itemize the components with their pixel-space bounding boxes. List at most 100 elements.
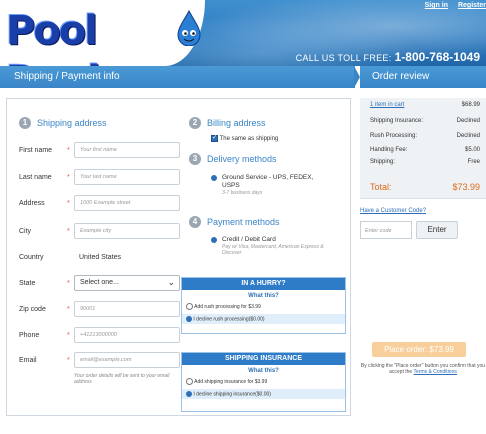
phone-number[interactable]: 1-800-768-1049: [395, 50, 480, 64]
summary-value: Declined: [456, 133, 480, 139]
summary-value: $68.99: [461, 102, 480, 108]
address-input[interactable]: 1000 Example street: [74, 195, 180, 211]
city-input[interactable]: Example city: [74, 223, 180, 239]
shipping-insurance-box: SHIPPING INSURANCE What this? Add shippi…: [181, 352, 346, 412]
required-mark: *: [67, 200, 70, 207]
step-number: 4: [189, 216, 201, 228]
insurance-decline-label: I decline shipping insurance($0.00): [193, 391, 271, 398]
terms-link[interactable]: Terms & Conditions: [414, 369, 457, 375]
billing-section-header: 2 Billing address: [189, 117, 266, 129]
summary-value: Free: [467, 159, 480, 165]
payment-section-header: 4 Payment methods: [189, 216, 280, 228]
summary-value: Declined: [456, 118, 480, 124]
same-as-shipping-label: The same as shipping: [219, 136, 279, 143]
payment-radio[interactable]: [211, 237, 217, 243]
first-name-input[interactable]: Your first name: [74, 142, 180, 158]
phone-label: Phone: [19, 332, 40, 339]
summary-row: Handling Fee: $5.00: [370, 147, 480, 153]
insurance-add-option[interactable]: Add shipping insurance for $3.99: [182, 378, 345, 385]
cart-items-link[interactable]: 1 item in cart: [370, 102, 404, 108]
order-summary: 1 item in cart $68.99 Shipping Insurance…: [360, 98, 486, 199]
summary-label: Shipping:: [370, 159, 396, 165]
required-mark: *: [67, 332, 70, 339]
step-number: 2: [189, 117, 201, 129]
summary-value: $5.00: [464, 147, 480, 153]
rush-decline-option[interactable]: I decline rush processing($0.00): [182, 314, 345, 325]
state-select-value: Select one...: [80, 279, 119, 286]
rush-add-option[interactable]: Add rush processing for $3.99: [182, 303, 345, 310]
delivery-section-header: 3 Delivery methods: [189, 153, 277, 165]
state-label: State: [19, 280, 36, 287]
email-note: Your order details will be sent to your …: [74, 373, 170, 385]
required-mark: *: [67, 280, 70, 287]
last-name-input[interactable]: Your last name: [74, 169, 180, 185]
insurance-decline-radio[interactable]: [186, 391, 192, 397]
logo-area: Pool Deals: [0, 0, 205, 66]
zip-input[interactable]: 90001: [74, 301, 180, 317]
required-mark: *: [67, 147, 70, 154]
shipping-section-title: Shipping address: [37, 118, 107, 128]
insurance-what-this-link[interactable]: What this?: [182, 368, 345, 374]
rush-add-label: Add rush processing for $3.99: [194, 303, 261, 310]
payment-section-title: Payment methods: [207, 217, 280, 227]
chevron-down-icon: ⌄: [167, 277, 175, 287]
email-input[interactable]: email@example.com: [74, 352, 180, 368]
toll-free-phone: CALL US TOLL FREE: 1-800-768-1049: [296, 50, 480, 64]
sign-in-link[interactable]: Sign in: [425, 2, 448, 9]
step-number: 1: [19, 117, 31, 129]
delivery-option[interactable]: Ground Service - UPS, FEDEX, USPS 3-7 bu…: [211, 174, 326, 196]
state-select[interactable]: Select one... ⌄: [74, 275, 180, 291]
city-label: City: [19, 228, 32, 235]
first-name-label: First name: [19, 147, 53, 154]
insurance-add-radio[interactable]: [186, 378, 193, 385]
required-mark: *: [67, 174, 70, 181]
same-as-shipping-option: ✓ The same as shipping: [211, 135, 278, 142]
register-link[interactable]: Register: [458, 2, 486, 9]
rush-what-this-link[interactable]: What this?: [182, 293, 345, 299]
zip-label: Zip code: [19, 306, 46, 313]
customer-code-link[interactable]: Have a Customer Code?: [360, 208, 426, 214]
summary-row: Shipping: Free: [370, 159, 480, 165]
delivery-section-title: Delivery methods: [207, 154, 277, 164]
required-mark: *: [67, 306, 70, 313]
country-value: United States: [79, 254, 122, 261]
address-label: Address: [19, 200, 45, 207]
summary-label: Rush Processing:: [370, 133, 418, 139]
total-value: $73.99: [452, 182, 480, 192]
place-order-note: By clicking the "Place order" button you…: [360, 363, 486, 375]
summary-row: Shipping Insurance: Declined: [370, 118, 480, 124]
billing-section-title: Billing address: [207, 118, 266, 128]
phone-input[interactable]: +41213000000: [74, 327, 180, 343]
customer-code-input[interactable]: Enter code: [360, 221, 412, 239]
insurance-box-header: SHIPPING INSURANCE: [182, 353, 345, 365]
step-number: 3: [189, 153, 201, 165]
phone-label: CALL US TOLL FREE:: [295, 53, 392, 63]
summary-row: 1 item in cart $68.99: [370, 102, 480, 108]
summary-label: Handling Fee:: [370, 147, 408, 153]
payment-option-sub: Pay w/ Visa, Mastercard, American Expres…: [222, 244, 324, 256]
summary-total-row: Total: $73.99: [370, 182, 480, 192]
rush-decline-label: I decline rush processing($0.00): [193, 316, 265, 323]
insurance-add-label: Add shipping insurance for $3.99: [194, 378, 268, 385]
rush-add-radio[interactable]: [186, 303, 193, 310]
payment-option-label: Credit / Debit Card: [222, 236, 276, 243]
rush-decline-radio[interactable]: [186, 316, 192, 322]
required-mark: *: [67, 357, 70, 364]
shipping-payment-title: Shipping / Payment info: [0, 66, 355, 88]
same-as-shipping-checkbox[interactable]: ✓: [211, 135, 218, 142]
enter-code-button[interactable]: Enter: [416, 221, 458, 239]
checkout-form-panel: 1 Shipping address First name * Your fir…: [6, 98, 351, 416]
payment-option[interactable]: Credit / Debit Card Pay w/ Visa, Masterc…: [211, 236, 326, 256]
account-links: Sign in Register: [425, 2, 486, 9]
shipping-section-header: 1 Shipping address: [19, 117, 107, 129]
rush-box-header: IN A HURRY?: [182, 278, 345, 290]
insurance-decline-option[interactable]: I decline shipping insurance($0.00): [182, 389, 345, 400]
delivery-option-label: Ground Service - UPS, FEDEX, USPS: [222, 174, 314, 189]
summary-label: Shipping Insurance:: [370, 118, 424, 124]
delivery-radio[interactable]: [211, 175, 217, 181]
last-name-label: Last name: [19, 174, 52, 181]
delivery-option-sub: 3-7 business days: [222, 190, 263, 196]
rush-processing-box: IN A HURRY? What this? Add rush processi…: [181, 277, 346, 334]
water-drop-mascot-icon: [177, 10, 201, 46]
place-order-button[interactable]: Place order: $73.99: [372, 342, 466, 357]
